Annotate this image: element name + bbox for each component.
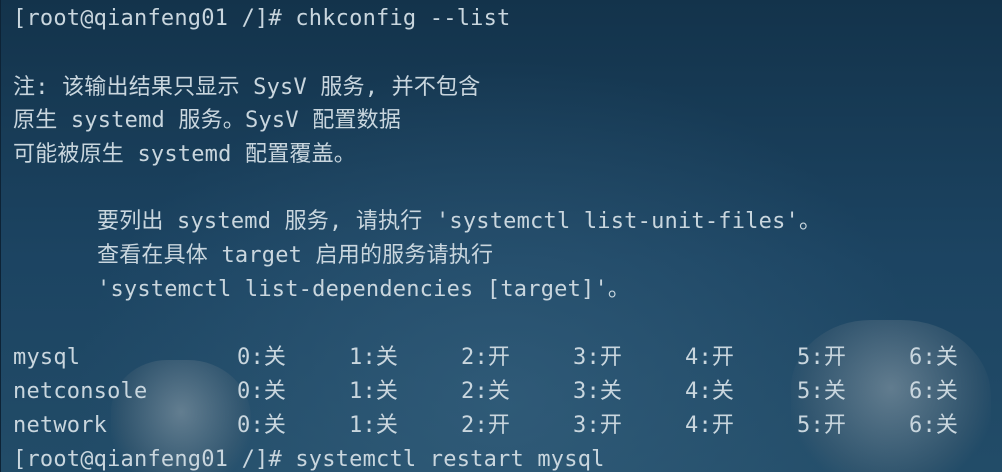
- runlevel-2: 2:关: [461, 379, 511, 404]
- command-prompt-line: [root@qianfeng01 /]# chkconfig --list: [13, 6, 511, 31]
- runlevel-1: 1:关: [349, 413, 399, 438]
- service-name: network: [13, 413, 108, 438]
- runlevel-4: 4:开: [685, 413, 735, 438]
- service-name: mysql: [13, 345, 81, 370]
- runlevel-4: 4:开: [685, 345, 735, 370]
- hint-line: 查看在具体 target 启用的服务请执行: [97, 243, 494, 268]
- service-name: netconsole: [13, 379, 148, 404]
- service-row: netconsole 0:关 1:关 2:关 3:关 4:关 5:关 6:关: [13, 375, 1002, 409]
- runlevel-4: 4:关: [685, 379, 735, 404]
- runlevel-5: 5:开: [797, 345, 847, 370]
- runlevel-3: 3:关: [573, 379, 623, 404]
- terminal-window[interactable]: [root@qianfeng01 /]# chkconfig --list 注:…: [0, 0, 1002, 472]
- runlevel-0: 0:关: [237, 413, 287, 438]
- runlevel-0: 0:关: [237, 345, 287, 370]
- runlevel-3: 3:开: [573, 345, 623, 370]
- runlevel-5: 5:开: [797, 413, 847, 438]
- runlevel-0: 0:关: [237, 379, 287, 404]
- service-row: network 0:关 1:关 2:开 3:开 4:开 5:开 6:关: [13, 409, 1002, 443]
- hint-line: 'systemctl list-dependencies [target]'。: [97, 277, 631, 302]
- runlevel-6: 6:关: [909, 345, 959, 370]
- runlevel-5: 5:关: [797, 379, 847, 404]
- service-row: mysql 0:关 1:关 2:开 3:开 4:开 5:开 6:关: [13, 341, 1002, 375]
- command-prompt-line: [root@qianfeng01 /]# systemctl restart m…: [13, 447, 605, 472]
- runlevel-2: 2:开: [461, 413, 511, 438]
- runlevel-2: 2:开: [461, 345, 511, 370]
- runlevel-6: 6:关: [909, 413, 959, 438]
- note-line: 可能被原生 systemd 配置覆盖。: [13, 142, 357, 167]
- note-line: 原生 systemd 服务。SysV 配置数据: [13, 108, 402, 133]
- runlevel-6: 6:关: [909, 379, 959, 404]
- runlevel-3: 3:开: [573, 413, 623, 438]
- runlevel-1: 1:关: [349, 345, 399, 370]
- hint-line: 要列出 systemd 服务, 请执行 'systemctl list-unit…: [97, 209, 822, 234]
- runlevel-1: 1:关: [349, 379, 399, 404]
- note-line: 注: 该输出结果只显示 SysV 服务, 并不包含: [13, 75, 481, 100]
